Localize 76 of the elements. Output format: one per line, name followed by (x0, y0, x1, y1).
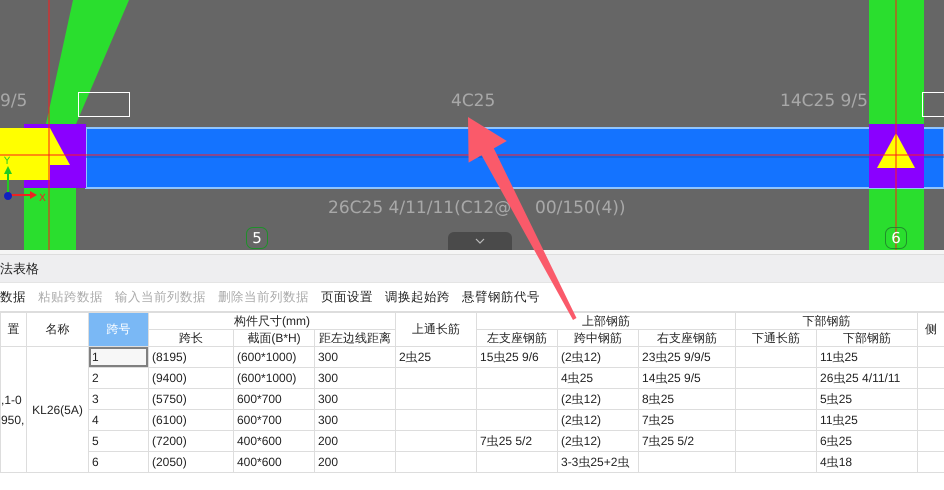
table-cell[interactable]: 2 (88, 368, 148, 388)
table-cell: 300 (314, 368, 396, 388)
table-cell: 11虫25 (816, 346, 918, 368)
table-cell: 4虫25 (558, 368, 639, 388)
table-cell: 4虫18 (816, 452, 918, 472)
table-cell: 7虫25 5/2 (476, 430, 558, 452)
column-header[interactable]: 左支座钢筋 (476, 330, 558, 346)
rebar-label: 26C25 4/11/11(C12@ (328, 198, 512, 218)
group-header: 上部钢筋 (476, 312, 736, 330)
table-cell: 3-3虫25+2虫 (558, 452, 639, 472)
column-header[interactable]: 截面(B*H) (234, 330, 314, 346)
table-cell: 11虫25 (816, 410, 918, 430)
group-header: 构件尺寸(mm) (148, 312, 396, 330)
column-header[interactable]: 右支座钢筋 (638, 330, 736, 346)
table-cell: 14虫25 9/5 (638, 368, 736, 388)
axis-label: Y (4, 156, 10, 167)
table-cell: (2虫12) (558, 430, 639, 452)
position-text: 950, (1, 412, 26, 428)
toolbar-button[interactable]: 悬臂钢筋代号 (462, 288, 540, 306)
table-cell: 300 (314, 410, 396, 430)
table-cell[interactable]: 6 (88, 452, 148, 472)
toolbar-button[interactable]: 调换起始跨 (385, 288, 450, 306)
table-cell: 23虫25 9/9/5 (638, 346, 736, 368)
table-cell: 7虫25 5/2 (638, 430, 736, 452)
table-cell: 200 (314, 452, 396, 472)
rebar-label: 4C25 (451, 91, 496, 111)
table-cell[interactable]: 5 (88, 430, 148, 452)
table-cell: (600*1000) (234, 368, 314, 388)
column-header[interactable]: 上通长筋 (396, 312, 477, 346)
column-header[interactable]: 置 (0, 312, 26, 346)
table-cell: 6虫25 (816, 430, 918, 452)
table-cell: 400*600 (234, 452, 314, 472)
table-cell: (6100) (148, 410, 234, 430)
table-cell: 5虫25 (816, 388, 918, 410)
table-cell: 400*600 (234, 430, 314, 452)
column-header[interactable]: 跨长 (148, 330, 234, 346)
toolbar-button[interactable]: 数据 (0, 288, 26, 306)
axis-label: X (39, 193, 46, 204)
table-cell: 300 (314, 346, 396, 368)
panel-title: 法表格 (0, 260, 39, 278)
table-cell: 600*700 (234, 388, 314, 410)
rebar-label: 14C25 9/5 (780, 91, 868, 111)
table-cell: (9400) (148, 368, 234, 388)
collapse-handle[interactable] (448, 232, 512, 250)
table-cell: (2虫12) (558, 388, 639, 410)
table-cell: (2050) (148, 452, 234, 472)
column-header[interactable]: 侧 (918, 312, 944, 346)
table-cell: 200 (314, 430, 396, 452)
table-cell: (7200) (148, 430, 234, 452)
column-header[interactable]: 距左边线距离 (314, 330, 396, 346)
table-cell[interactable]: 3 (88, 388, 148, 410)
column-header[interactable]: 名称 (26, 312, 88, 346)
position-text: ,1-0 (1, 392, 23, 408)
rebar-label: 00/150(4)) (535, 198, 626, 218)
group-header: 下部钢筋 (736, 312, 918, 330)
table-cell: 7虫25 (638, 410, 736, 430)
table-cell: 300 (314, 388, 396, 410)
table-cell: (600*1000) (234, 346, 314, 368)
table-cell: (8195) (148, 346, 234, 368)
rebar-label: 9/5 (0, 91, 28, 111)
table-cell: 600*700 (234, 410, 314, 430)
table-cell: (2虫12) (558, 346, 639, 368)
table-cell: (5750) (148, 388, 234, 410)
column-header[interactable]: 下部钢筋 (816, 330, 918, 346)
column-header[interactable]: 下通长筋 (736, 330, 817, 346)
table-cell[interactable]: 1 (88, 346, 148, 368)
axis-marker: 5 (246, 227, 268, 249)
table-cell: 8虫25 (638, 388, 736, 410)
column-header[interactable]: 跨中钢筋 (558, 330, 639, 346)
toolbar-button[interactable]: 页面设置 (321, 288, 373, 306)
table-cell: 15虫25 9/6 (476, 346, 558, 368)
chevron-down-icon (475, 238, 485, 244)
table-cell: (2虫12) (558, 410, 639, 430)
table-cell: 26虫25 4/11/11 (816, 368, 918, 388)
table-cell[interactable]: 4 (88, 410, 148, 430)
table-cell: 2虫25 (396, 346, 477, 368)
